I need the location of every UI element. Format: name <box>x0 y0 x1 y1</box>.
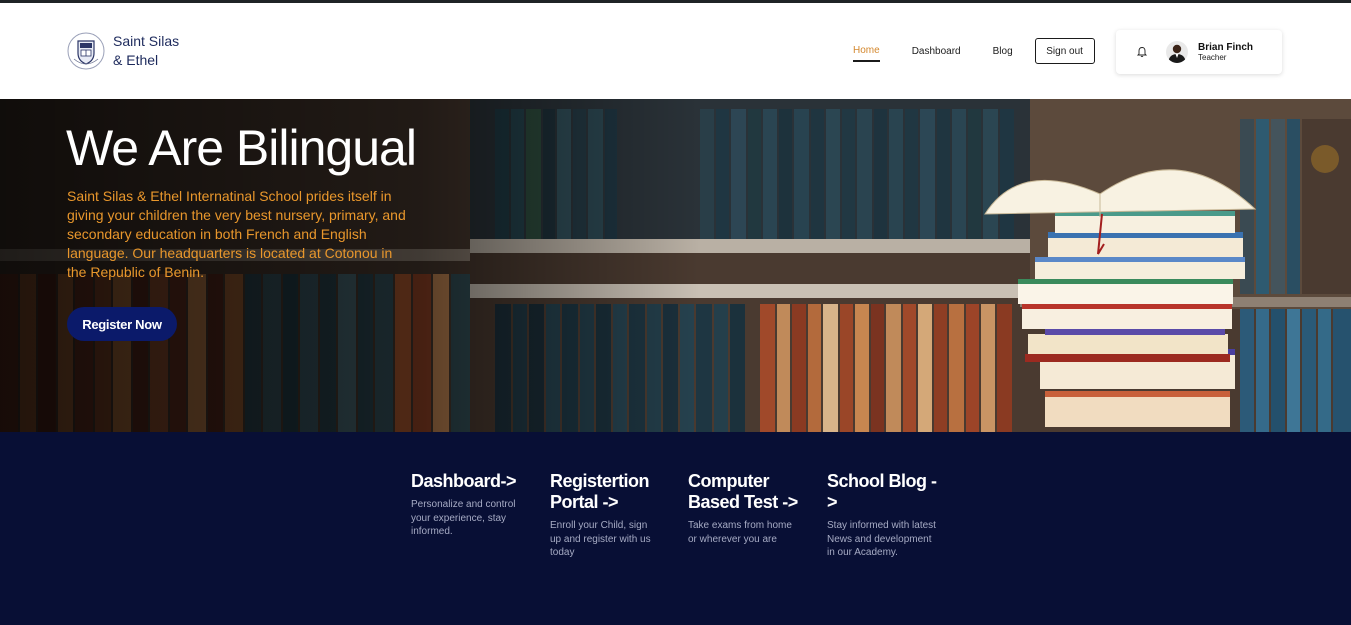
hero-description: Saint Silas & Ethel Internatinal School … <box>67 188 406 280</box>
user-info: Brian Finch Teacher <box>1198 42 1253 63</box>
bell-icon[interactable] <box>1136 46 1148 58</box>
register-now-button[interactable]: Register Now <box>67 307 177 341</box>
sign-out-button[interactable]: Sign out <box>1034 38 1095 64</box>
hero-title: We Are Bilingual <box>66 120 417 176</box>
brand-name-line1: Saint Silas <box>113 33 180 49</box>
feature-description: Personalize and control your experience,… <box>411 499 516 537</box>
brand-name-line2: & Ethel <box>113 52 159 68</box>
school-crest-logo <box>67 32 105 70</box>
feature-registration-portal[interactable]: Registertion Portal -> Enroll your Child… <box>550 471 660 560</box>
feature-title[interactable]: Computer Based Test -> <box>688 471 800 513</box>
features-section: Dashboard-> Personalize and control your… <box>0 432 1351 625</box>
site-header: Saint Silas & Ethel Home Dashboard Blog … <box>0 3 1351 99</box>
feature-dashboard[interactable]: Dashboard-> Personalize and control your… <box>411 471 531 539</box>
avatar[interactable] <box>1166 41 1188 63</box>
nav-dashboard[interactable]: Dashboard <box>912 46 961 61</box>
feature-title[interactable]: School Blog -> <box>827 471 942 513</box>
user-card[interactable]: Brian Finch Teacher <box>1116 30 1282 74</box>
feature-title[interactable]: Dashboard-> <box>411 471 531 492</box>
hero-section: We Are Bilingual Saint Silas & Ethel Int… <box>0 99 1351 432</box>
feature-description: Enroll your Child, sign up and register … <box>550 520 651 558</box>
feature-title[interactable]: Registertion Portal -> <box>550 471 660 513</box>
feature-computer-based-test[interactable]: Computer Based Test -> Take exams from h… <box>688 471 800 546</box>
nav-blog[interactable]: Blog <box>993 46 1013 61</box>
nav-home[interactable]: Home <box>853 45 880 62</box>
brand-name: Saint Silas & Ethel <box>113 32 179 70</box>
user-role: Teacher <box>1198 52 1227 62</box>
user-name: Brian Finch <box>1198 41 1254 53</box>
feature-school-blog[interactable]: School Blog -> Stay informed with latest… <box>827 471 942 560</box>
main-nav: Home Dashboard Blog Sign out <box>853 38 1095 64</box>
feature-description: Take exams from home or wherever you are <box>688 520 792 545</box>
feature-description: Stay informed with latest News and devel… <box>827 520 936 558</box>
brand[interactable]: Saint Silas & Ethel <box>66 31 179 71</box>
